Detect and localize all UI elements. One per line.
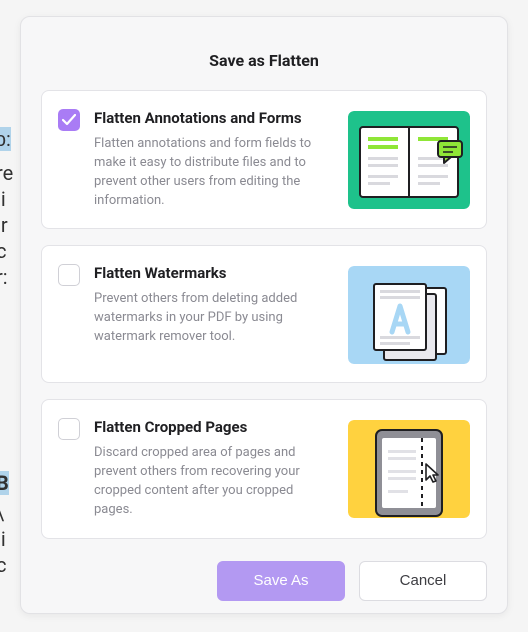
checkbox-flatten-cropped[interactable]: [58, 418, 80, 440]
option-title: Flatten Watermarks: [94, 264, 334, 282]
dialog-buttons: Save As Cancel: [41, 539, 487, 601]
option-desc: Discard cropped area of pages and preven…: [94, 444, 329, 519]
check-icon: [62, 114, 76, 126]
options-list: Flatten Annotations and Forms Flatten an…: [41, 90, 487, 539]
save-as-button[interactable]: Save As: [217, 561, 345, 601]
option-title: Flatten Annotations and Forms: [94, 109, 334, 127]
option-flatten-watermarks: Flatten Watermarks Prevent others from d…: [41, 245, 487, 383]
cancel-button[interactable]: Cancel: [359, 561, 487, 601]
checkbox-flatten-annotations[interactable]: [58, 109, 80, 131]
option-desc: Flatten annotations and form fields to m…: [94, 135, 329, 210]
save-as-flatten-dialog: Save as Flatten Flatten Annotations and …: [20, 16, 508, 614]
illustration-watermarks: [348, 266, 470, 364]
option-desc: Prevent others from deleting added water…: [94, 290, 329, 347]
illustration-annotations: [348, 111, 470, 209]
option-title: Flatten Cropped Pages: [94, 418, 334, 436]
option-flatten-annotations: Flatten Annotations and Forms Flatten an…: [41, 90, 487, 229]
dialog-title: Save as Flatten: [41, 37, 487, 90]
option-flatten-cropped: Flatten Cropped Pages Discard cropped ar…: [41, 399, 487, 538]
checkbox-flatten-watermarks[interactable]: [58, 264, 80, 286]
illustration-cropped: [348, 420, 470, 518]
